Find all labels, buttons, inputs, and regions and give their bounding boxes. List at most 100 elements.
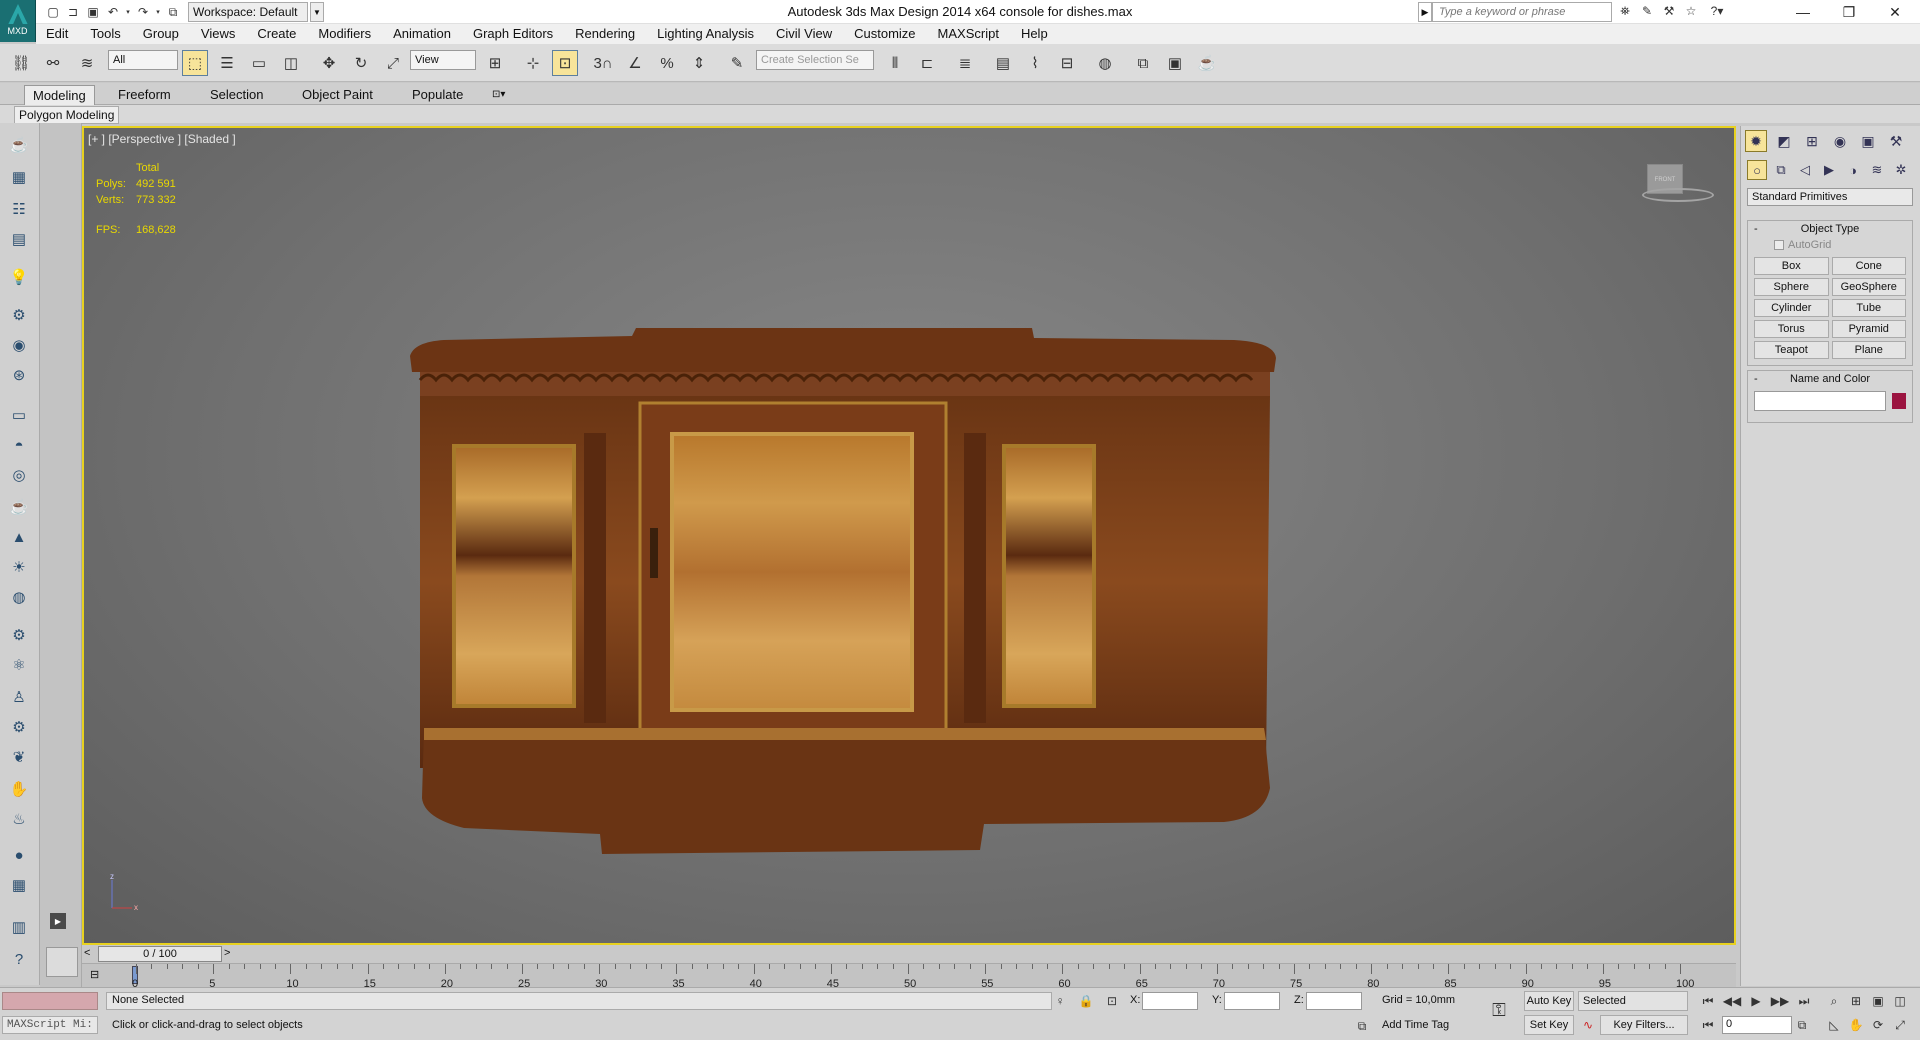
plane-primitive-icon[interactable]: ▭ <box>6 403 32 427</box>
window-crossing-icon[interactable]: ◫ <box>278 50 304 76</box>
open-file-icon[interactable]: ⊐ <box>64 3 82 21</box>
select-and-manipulate-icon[interactable]: ⊹ <box>520 50 546 76</box>
pivot-center-icon[interactable]: ⊞ <box>482 50 508 76</box>
time-next-arrow-icon[interactable]: > <box>224 947 230 959</box>
torus-button[interactable]: Torus <box>1754 320 1829 338</box>
communication-center-icon[interactable]: ⚒ <box>1660 2 1678 20</box>
x-coord-field[interactable] <box>1142 992 1198 1010</box>
cone-button[interactable]: Cone <box>1831 257 1906 275</box>
mini-curve-editor-button[interactable] <box>46 947 78 977</box>
helpers-icon[interactable]: ◑ <box>1843 160 1863 180</box>
select-by-name-icon[interactable]: ☰ <box>214 50 240 76</box>
redo-icon[interactable]: ↷ <box>134 3 152 21</box>
tab-modeling[interactable]: Modeling <box>24 85 95 105</box>
maximize-viewport-icon[interactable]: ⤢ <box>1892 1017 1908 1033</box>
menu-help[interactable]: Help <box>1011 24 1060 44</box>
workspace-dropdown-arrow-icon[interactable]: ▼ <box>310 2 324 22</box>
render-icon[interactable]: ⊛ <box>6 363 32 387</box>
teapot-button[interactable]: Teapot <box>1754 341 1829 359</box>
mirror-icon[interactable]: ⫴ <box>882 50 908 76</box>
selection-filter-dropdown[interactable]: All <box>108 50 178 70</box>
utilities-tab-icon[interactable]: ⚒ <box>1885 130 1907 152</box>
workspace-dropdown[interactable]: Workspace: Default <box>188 2 308 22</box>
object-name-field[interactable] <box>1754 391 1886 411</box>
polygon-modeling-panel[interactable]: Polygon Modeling <box>14 106 120 124</box>
tab-selection[interactable]: Selection <box>202 85 271 105</box>
go-to-end-icon[interactable]: ⏭ <box>1796 993 1812 1009</box>
maxscript-mini-listener[interactable]: MAXScript Mi: <box>2 1016 98 1034</box>
modify-tab-icon[interactable]: ◩ <box>1773 130 1795 152</box>
percent-snap-icon[interactable]: % <box>654 50 680 76</box>
display-tab-icon[interactable]: ▣ <box>1857 130 1879 152</box>
pyramid-button[interactable]: Pyramid <box>1831 320 1906 338</box>
select-object-icon[interactable]: ⬚ <box>182 50 208 76</box>
object-color-swatch[interactable] <box>1892 393 1906 409</box>
subscription-key-icon[interactable]: ✎ <box>1638 2 1656 20</box>
hemisphere-icon[interactable]: ◓ <box>6 433 32 457</box>
help-circle-icon[interactable]: ? <box>6 947 32 971</box>
curve-editor-icon[interactable]: ⌇ <box>1022 50 1048 76</box>
tube-button[interactable]: Tube <box>1831 299 1906 317</box>
minimize-icon[interactable]: — <box>1780 0 1826 24</box>
zoom-extents-all-icon[interactable]: ◫ <box>1892 993 1908 1009</box>
autogrid-checkbox[interactable]: AutoGrid <box>1748 237 1912 253</box>
binoculars-icon[interactable]: ⛯ <box>1616 2 1634 20</box>
select-and-rotate-icon[interactable]: ↻ <box>348 50 374 76</box>
tab-object-paint[interactable]: Object Paint <box>294 85 381 105</box>
align-icon[interactable]: ⊏ <box>914 50 940 76</box>
console-cabinet-model[interactable] <box>84 128 1736 945</box>
layer-manager-icon[interactable]: ≣ <box>952 50 978 76</box>
box-button[interactable]: Box <box>1754 257 1829 275</box>
menu-group[interactable]: Group <box>133 24 191 44</box>
ribbon-options-icon[interactable]: ⊡▾ <box>484 85 513 105</box>
undo-dropdown-icon[interactable]: ▾ <box>124 3 132 21</box>
camera-icon[interactable]: ⚙ <box>6 303 32 327</box>
go-to-start-icon[interactable]: ⏮ <box>1700 993 1716 1009</box>
render-setup-icon[interactable]: ⧉ <box>1130 50 1156 76</box>
selection-lock-icon[interactable]: 🔒 <box>1078 993 1094 1009</box>
name-and-color-header[interactable]: - Name and Color <box>1748 371 1912 387</box>
object-category-dropdown[interactable]: Standard Primitives <box>1747 188 1913 206</box>
key-filters-button[interactable]: Key Filters... <box>1600 1015 1688 1035</box>
current-frame-field[interactable]: 0 <box>1722 1016 1792 1034</box>
key-mode-toggle-icon[interactable]: ⏮ <box>1700 1017 1716 1033</box>
hair-icon[interactable]: ♨ <box>6 807 32 831</box>
menu-rendering[interactable]: Rendering <box>565 24 647 44</box>
time-prev-arrow-icon[interactable]: < <box>84 947 90 959</box>
sphere-gizmo-icon[interactable]: ◍ <box>6 585 32 609</box>
default-in-out-tangent-icon[interactable]: ∿ <box>1580 1017 1596 1033</box>
zoom-icon[interactable]: ⌕ <box>1826 993 1842 1009</box>
redo-dropdown-icon[interactable]: ▾ <box>154 3 162 21</box>
project-folder-icon[interactable]: ⧉ <box>164 3 182 21</box>
object-type-header[interactable]: - Object Type <box>1748 221 1912 237</box>
hierarchy-tab-icon[interactable]: ⊞ <box>1801 130 1823 152</box>
named-selection-dropdown[interactable]: Create Selection Se <box>756 50 874 70</box>
tab-populate[interactable]: Populate <box>404 85 471 105</box>
object-type-collapse-toggle[interactable]: - <box>1754 221 1758 237</box>
name-and-color-collapse-toggle[interactable]: - <box>1754 371 1758 387</box>
lights-icon[interactable]: ◁ <box>1795 160 1815 180</box>
unlink-selection-icon[interactable]: ⚯ <box>40 50 66 76</box>
key-mode-dropdown[interactable]: Selected <box>1578 991 1688 1011</box>
time-tag-icon[interactable]: ⧉ <box>1354 1018 1370 1034</box>
reference-coordinate-dropdown[interactable]: View <box>410 50 476 70</box>
tab-freeform[interactable]: Freeform <box>110 85 179 105</box>
favorites-star-icon[interactable]: ☆ <box>1682 2 1700 20</box>
set-key-icon[interactable]: ⚿ <box>1488 1000 1510 1020</box>
menu-animation[interactable]: Animation <box>383 24 463 44</box>
set-key-button[interactable]: Set Key <box>1524 1015 1574 1035</box>
teapot-primitive-icon[interactable]: ☕ <box>6 495 32 519</box>
field-of-view-icon[interactable]: ◺ <box>1826 1017 1842 1033</box>
menu-edit[interactable]: Edit <box>36 24 80 44</box>
angle-snap-icon[interactable]: ∠ <box>622 50 648 76</box>
perspective-viewport[interactable]: [+ ] [Perspective ] [Shaded ] Total Poly… <box>82 126 1736 945</box>
spinner-snap-icon[interactable]: ⇕ <box>686 50 712 76</box>
torus-icon[interactable]: ◎ <box>6 463 32 487</box>
bind-to-space-warp-icon[interactable]: ≋ <box>74 50 100 76</box>
add-time-tag[interactable]: Add Time Tag <box>1382 1019 1449 1031</box>
sun-light-icon[interactable]: ☀ <box>6 555 32 579</box>
cylinder-button[interactable]: Cylinder <box>1754 299 1829 317</box>
zoom-extents-icon[interactable]: ▣ <box>1870 993 1886 1009</box>
sphere-button[interactable]: Sphere <box>1754 278 1829 296</box>
menu-lighting-analysis[interactable]: Lighting Analysis <box>647 24 766 44</box>
